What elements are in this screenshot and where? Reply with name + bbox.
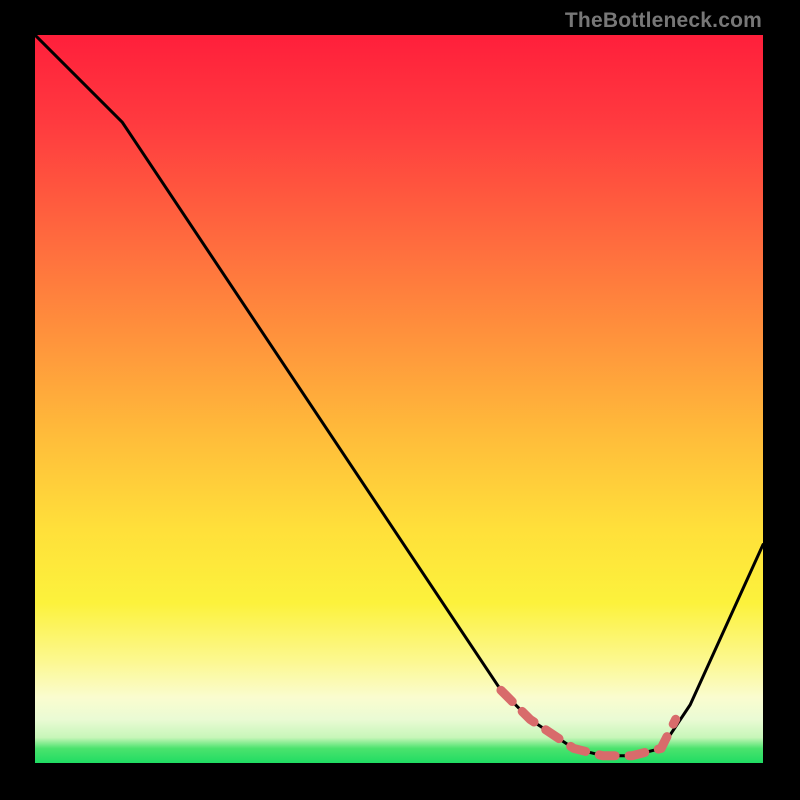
highlight-minimum bbox=[501, 690, 676, 756]
bottleneck-curve bbox=[35, 35, 763, 756]
chart-svg bbox=[35, 35, 763, 763]
watermark-text: TheBottleneck.com bbox=[565, 9, 762, 33]
chart-root: TheBottleneck.com bbox=[0, 0, 800, 800]
